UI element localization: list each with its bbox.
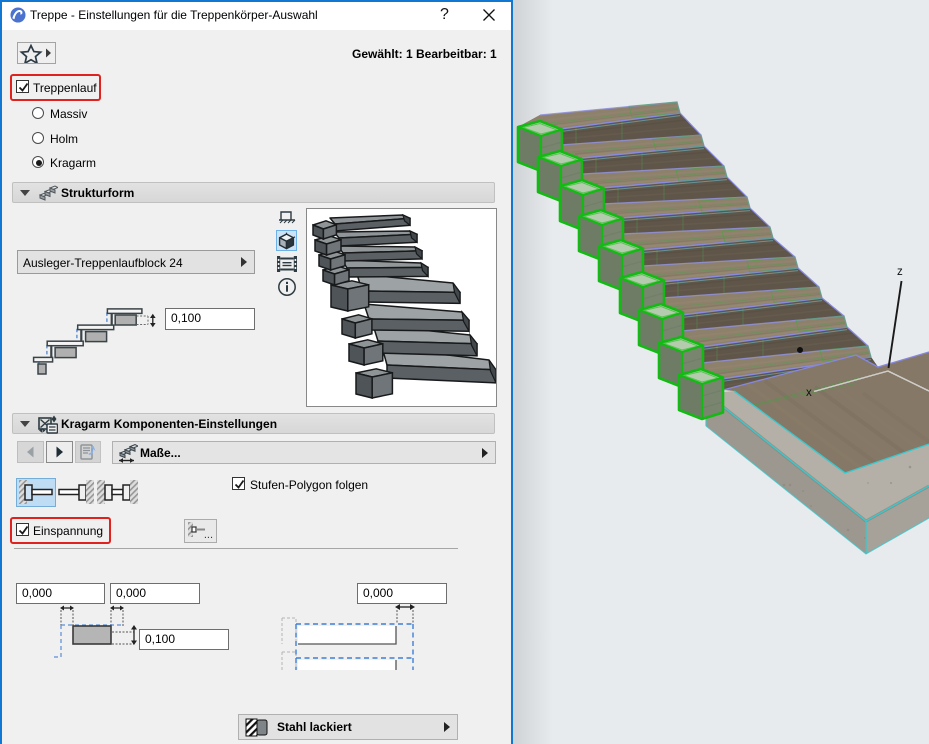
svg-text:x: x: [806, 387, 812, 399]
svg-text:z: z: [897, 266, 903, 278]
